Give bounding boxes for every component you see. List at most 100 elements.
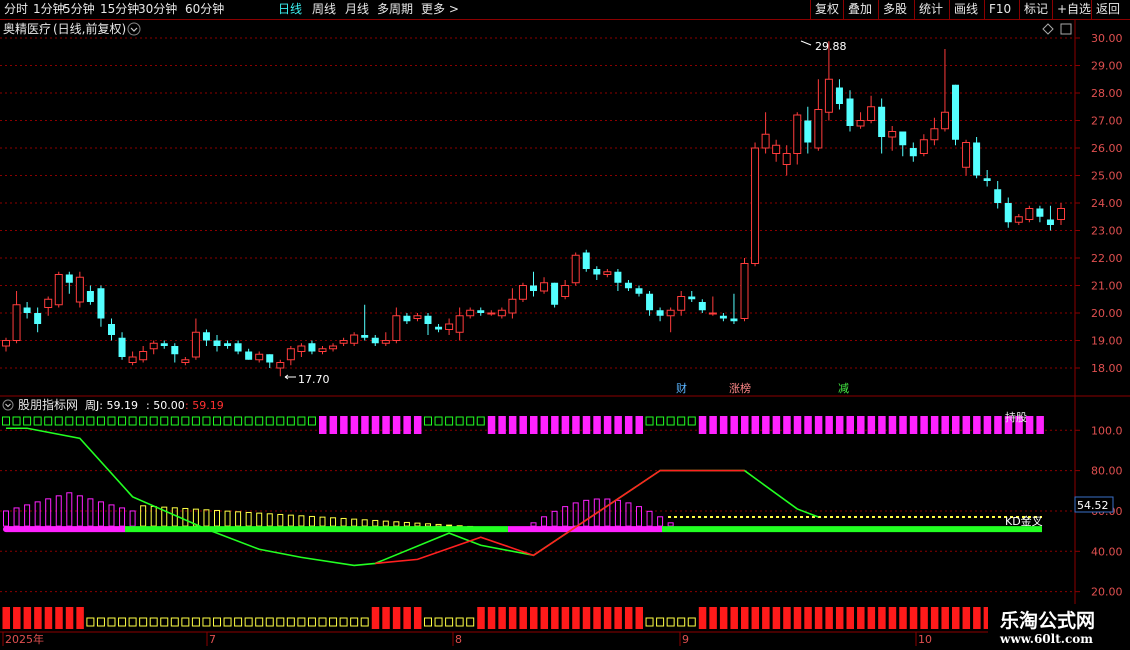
- bottom-bar-on: [593, 607, 601, 629]
- hist-bar: [583, 499, 590, 527]
- bottom-square-off: [687, 617, 696, 627]
- bottom-bar-on: [772, 607, 781, 629]
- candle-body-up: [751, 147, 760, 264]
- chart-area: 30.00 29.00 28.00 27.00 26.00 25.00 24.00 23.00…: [0, 20, 1130, 646]
- candle-body-up: [54, 274, 63, 306]
- signal-square-off: [286, 416, 295, 426]
- bottom-bar-on: [899, 607, 907, 629]
- bottom-square-off: [223, 617, 232, 627]
- bottom-bar-on: [751, 607, 760, 629]
- candle-body-down: [424, 315, 432, 324]
- bottom-bar-on: [413, 607, 422, 629]
- signal-bar-on: [973, 416, 981, 434]
- candle-body-down: [973, 142, 981, 176]
- candle-body-up: [276, 362, 285, 369]
- candle-body-down: [899, 131, 907, 146]
- hist-bar: [604, 498, 611, 527]
- price-tick-label: 27.00: [1091, 115, 1123, 128]
- hist-bar: [625, 502, 632, 527]
- bottom-bar-on: [698, 607, 707, 629]
- signal-bar-on: [561, 416, 570, 434]
- window-icon[interactable]: [1060, 23, 1072, 35]
- candle-body-up: [677, 296, 686, 311]
- candle-body-down: [224, 343, 232, 346]
- title-menu-icon[interactable]: [127, 22, 141, 36]
- candle-body-down: [551, 282, 559, 305]
- price-tick-label: 29.00: [1091, 60, 1123, 73]
- signal-square-off: [65, 416, 74, 426]
- event-tags[interactable]: 财 涨榜 减: [676, 381, 849, 395]
- candle-body-up: [940, 111, 949, 130]
- candle-body-down: [65, 274, 73, 283]
- bottom-square-off: [466, 617, 475, 627]
- bottom-square-off: [656, 617, 665, 627]
- event-tag-report[interactable]: 财: [676, 381, 687, 395]
- signal-bar-on: [867, 416, 876, 434]
- stock-name: 奥精医疗: [3, 22, 51, 36]
- signal-bar-on: [804, 416, 812, 434]
- signal-square-off: [677, 416, 686, 426]
- candle-body-up: [740, 263, 749, 319]
- candle-body-down: [23, 307, 31, 313]
- bottom-bar-on: [973, 607, 981, 629]
- candle-body-down: [213, 340, 221, 346]
- bottom-bar-on: [941, 607, 949, 629]
- candle-body-down: [994, 189, 1002, 203]
- indicator-menu-icon[interactable]: [2, 399, 14, 411]
- signal-bar-on: [593, 416, 601, 434]
- signal-bar-on: [508, 416, 517, 434]
- bottom-square-off: [445, 617, 454, 627]
- indicator-header[interactable]: 股朋指标网 周J: 59.19 : 50.00 : 59.19: [2, 397, 224, 412]
- candle-body-down: [435, 326, 443, 330]
- hist-bar: [308, 515, 315, 527]
- candle-body-down: [108, 324, 115, 335]
- diamond-icon[interactable]: [1042, 23, 1054, 35]
- signal-bar-on: [614, 416, 622, 434]
- candle-body-down: [371, 337, 379, 344]
- candle-body-down: [118, 337, 126, 357]
- signal-bar-on: [382, 416, 390, 434]
- candle-body-up: [12, 304, 21, 341]
- bottom-bar-on: [783, 607, 791, 629]
- signal-bar-on: [635, 416, 643, 434]
- candle-body-up: [350, 334, 359, 344]
- signal-bar-on: [519, 416, 527, 434]
- bottom-square-off: [666, 617, 675, 627]
- event-tag-reduce[interactable]: 减: [838, 382, 849, 395]
- bottom-square-off: [455, 617, 464, 627]
- hist-bar: [224, 510, 231, 527]
- signal-square-off: [44, 416, 53, 426]
- candle-body-down: [234, 343, 242, 352]
- position-label: 持股: [1005, 410, 1027, 424]
- bottom-bar-on: [835, 607, 844, 629]
- signal-bar-on: [530, 416, 538, 434]
- signal-bar-on: [878, 416, 886, 434]
- signal-bar-on: [751, 416, 760, 434]
- bottom-bar-on: [403, 607, 411, 629]
- event-tag-limit-up[interactable]: 涨榜: [729, 381, 751, 395]
- candle-body-down: [160, 343, 168, 346]
- j-line: [375, 469, 745, 565]
- signal-square-off: [213, 416, 221, 426]
- hist-bar: [214, 509, 220, 527]
- candle-body-down: [266, 354, 274, 363]
- hist-bar: [66, 492, 73, 527]
- bottom-bar-on: [814, 607, 823, 629]
- signal-square-off: [160, 416, 169, 426]
- candle-body-up: [919, 139, 928, 154]
- signal-bar-on: [899, 416, 907, 434]
- bottom-bar-on: [909, 607, 918, 629]
- bottom-bar-on: [582, 607, 591, 629]
- low-label: 17.70: [298, 373, 330, 386]
- bottom-bar-on: [572, 607, 580, 629]
- bottom-square-off: [645, 617, 654, 627]
- signal-square-off: [54, 416, 63, 426]
- signal-bar-on: [361, 416, 369, 434]
- stock-title[interactable]: 奥精医疗 (日线,前复权): [3, 21, 141, 36]
- indicator-param-3: : 59.19: [185, 399, 224, 412]
- signal-square-off: [139, 416, 148, 426]
- indicator-layer: 100.080.0060.0040.0020.00: [0, 416, 1123, 629]
- signal-bar-on: [340, 416, 348, 434]
- signal-bar-on: [730, 416, 738, 434]
- signal-bar-on: [909, 416, 918, 434]
